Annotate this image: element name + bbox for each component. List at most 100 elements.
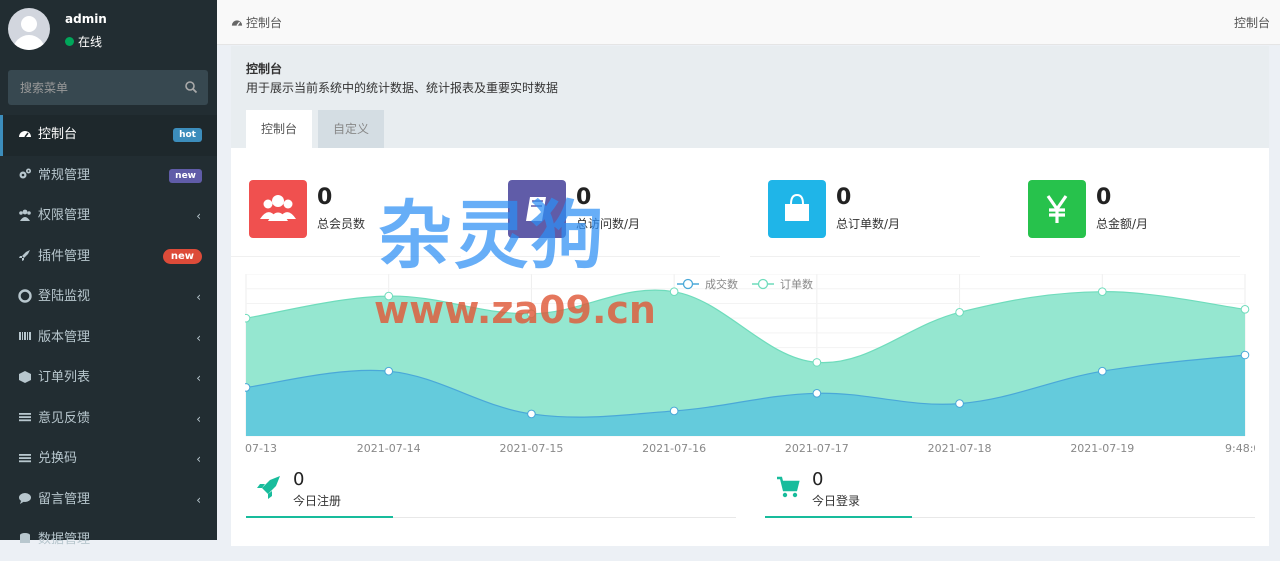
database-icon bbox=[20, 532, 30, 543]
sidebar-item-orders[interactable]: 订单列表 ‹ bbox=[0, 358, 217, 399]
tab-custom[interactable]: 自定义 bbox=[318, 110, 385, 148]
data-point bbox=[1240, 350, 1250, 360]
sidebar-item-label: 订单列表 bbox=[38, 370, 91, 385]
cube-icon bbox=[19, 370, 31, 383]
group-icon bbox=[19, 209, 31, 221]
sidebar-item-label: 控制台 bbox=[38, 127, 78, 142]
progress-bar bbox=[765, 516, 912, 518]
life-ring-icon bbox=[18, 288, 32, 303]
data-point bbox=[812, 388, 822, 398]
sidebar-search bbox=[8, 70, 208, 105]
user-status: 在线 bbox=[65, 33, 102, 50]
breadcrumb-current: 控制台 bbox=[1233, 16, 1270, 30]
tab-dashboard[interactable]: 控制台 bbox=[246, 110, 313, 148]
sidebar-item-label: 版本管理 bbox=[38, 329, 91, 345]
user-panel: admin 在线 bbox=[0, 0, 217, 62]
user-name: admin bbox=[65, 12, 107, 26]
stat-today-login: 0 今日登录 bbox=[765, 468, 1255, 518]
x-tick-label: 2021-07-16 bbox=[642, 442, 706, 454]
user-status-text: 在线 bbox=[78, 35, 103, 49]
data-point bbox=[245, 313, 251, 323]
main-content: 控制台 控制台 控制台 用于展示当前系统中的统计数据、统计报表及重要实时数据 控… bbox=[217, 0, 1280, 546]
new-badge: new bbox=[169, 168, 202, 183]
sidebar-item-label: 留言管理 bbox=[38, 491, 91, 507]
stat-value: 0 bbox=[812, 469, 824, 490]
x-tick-label: 2021-07-14 bbox=[357, 442, 421, 454]
chevron-left-icon: ‹ bbox=[196, 371, 201, 385]
sidebar-item-redeem-codes[interactable]: 兑换码 ‹ bbox=[0, 439, 217, 480]
data-point bbox=[1097, 287, 1107, 296]
rocket-icon bbox=[19, 250, 30, 261]
data-point bbox=[384, 366, 394, 376]
stat-value: 0 bbox=[317, 185, 333, 210]
chevron-left-icon: ‹ bbox=[196, 290, 201, 304]
data-point bbox=[955, 399, 964, 408]
sidebar-item-versions[interactable]: 版本管理 ‹ bbox=[0, 318, 217, 359]
x-tick-label: 9:48:0 bbox=[1225, 442, 1255, 454]
sidebar-item-login-monitor[interactable]: 登陆监视 ‹ bbox=[0, 277, 217, 318]
sidebar-item-label: 常规管理 bbox=[38, 167, 91, 183]
x-tick-label: 2021-07-17 bbox=[785, 442, 849, 454]
data-point bbox=[245, 383, 251, 392]
cart-icon bbox=[777, 476, 800, 498]
topbar: 控制台 控制台 bbox=[217, 0, 1280, 45]
legend-label: 成交数 bbox=[705, 277, 738, 291]
stat-value: 0 bbox=[836, 185, 852, 210]
watermark-text: 杂灵狗 bbox=[378, 193, 606, 279]
stat-today-register: 0 今日注册 bbox=[246, 468, 736, 518]
stat-label: 总订单数/月 bbox=[836, 217, 901, 231]
breadcrumb-label: 控制台 bbox=[246, 16, 283, 30]
stat-label: 今日登录 bbox=[812, 494, 861, 508]
watermark-url: www.za09.cn bbox=[374, 288, 656, 332]
chevron-left-icon: ‹ bbox=[196, 411, 201, 426]
comment-icon bbox=[19, 493, 31, 504]
data-point bbox=[669, 287, 679, 296]
data-point bbox=[527, 409, 536, 419]
data-point bbox=[1240, 305, 1250, 314]
sidebar-item-dashboard[interactable]: 控制台 hot bbox=[0, 115, 217, 156]
online-dot-icon bbox=[65, 37, 74, 46]
shopping-bag-icon bbox=[785, 193, 809, 221]
sidebar-item-label: 权限管理 bbox=[38, 208, 91, 223]
panel-header: 控制台 用于展示当前系统中的统计数据、统计报表及重要实时数据 控制台 自定义 bbox=[231, 46, 1269, 148]
x-tick-label: 2021-07-19 bbox=[1070, 442, 1134, 454]
x-tick-label: 2021-07-15 bbox=[499, 442, 563, 454]
rocket-icon bbox=[257, 476, 280, 499]
stat-box bbox=[1028, 180, 1086, 238]
chevron-left-icon: ‹ bbox=[196, 209, 201, 223]
stat-label: 总金额/月 bbox=[1096, 217, 1149, 231]
stat-value: 0 bbox=[293, 469, 305, 490]
list-icon bbox=[19, 453, 31, 462]
legend-label: 订单数 bbox=[780, 278, 813, 291]
data-point bbox=[812, 358, 822, 367]
stat-box bbox=[768, 180, 826, 238]
avatar[interactable] bbox=[8, 8, 50, 50]
search-input[interactable] bbox=[8, 70, 173, 105]
data-point bbox=[955, 307, 964, 317]
progress-bar bbox=[246, 516, 393, 518]
stat-label: 总会员数 bbox=[317, 217, 366, 231]
sidebar-item-messages[interactable]: 留言管理 ‹ bbox=[0, 480, 217, 521]
sidebar-item-feedback[interactable]: 意见反馈 ‹ bbox=[0, 399, 217, 440]
list-icon bbox=[19, 413, 31, 422]
data-point bbox=[669, 406, 679, 416]
sidebar-item-permissions[interactable]: 权限管理 ‹ bbox=[0, 196, 217, 237]
sidebar-item-label: 意见反馈 bbox=[38, 410, 91, 426]
search-icon[interactable] bbox=[184, 80, 198, 94]
sidebar-item-plugins[interactable]: 插件管理 new bbox=[0, 237, 217, 278]
sidebar-item-label: 登陆监视 bbox=[38, 289, 91, 304]
sidebar-item-general[interactable]: 常规管理 new bbox=[0, 156, 217, 197]
stat-label: 今日注册 bbox=[293, 494, 342, 508]
gears-icon bbox=[19, 168, 31, 179]
sidebar-menu: 控制台 hot 常规管理 new 权限管理 ‹ 插件管理 new 登陆监视 ‹ … bbox=[0, 115, 217, 561]
yen-icon bbox=[1046, 195, 1068, 223]
sidebar-item-data[interactable]: 数据管理 bbox=[0, 520, 217, 561]
breadcrumb[interactable]: 控制台 bbox=[231, 14, 282, 31]
barcode-icon bbox=[19, 332, 31, 340]
dashboard-icon bbox=[19, 130, 31, 137]
data-point bbox=[1097, 366, 1107, 376]
chevron-left-icon: ‹ bbox=[196, 330, 201, 345]
chevron-left-icon: ‹ bbox=[196, 492, 201, 507]
page-title: 控制台 bbox=[246, 62, 283, 76]
legend-marker bbox=[757, 278, 769, 290]
